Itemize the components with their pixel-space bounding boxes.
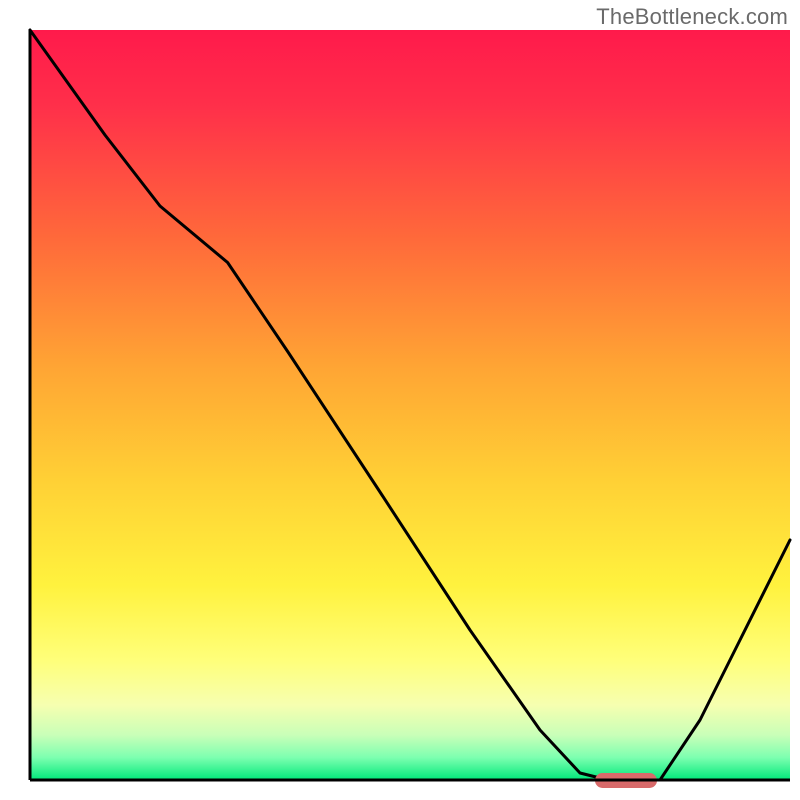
- bottleneck-chart: [0, 0, 800, 800]
- plot-area: [30, 30, 790, 788]
- chart-container: TheBottleneck.com: [0, 0, 800, 800]
- gradient-background: [30, 30, 790, 780]
